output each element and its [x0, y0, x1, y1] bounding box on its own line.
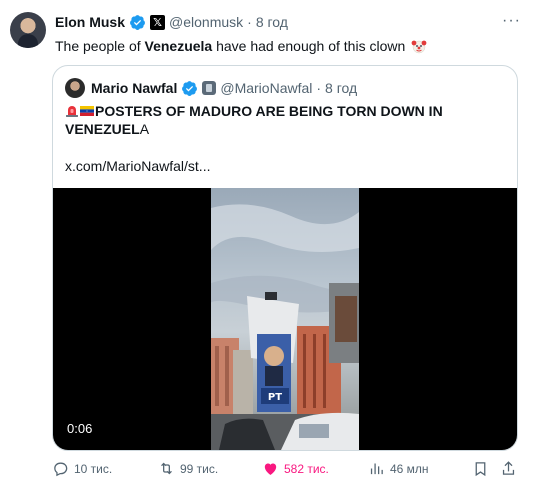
verified-badge-icon[interactable] — [129, 14, 146, 31]
author-name[interactable]: Elon Musk — [55, 14, 125, 30]
tweet-header: Elon Musk 𝕏 @elonmusk · 8 год — [55, 12, 288, 32]
video-timestamp: 0:06 — [67, 421, 93, 436]
like-button[interactable]: 582 тис. — [262, 460, 329, 477]
verified-badge-icon[interactable] — [181, 80, 198, 97]
retweet-button[interactable]: 99 тис. — [158, 460, 218, 477]
heart-filled-icon — [264, 463, 277, 475]
clown-emoji-icon — [411, 40, 427, 54]
reply-button[interactable]: 10 тис. — [52, 460, 112, 477]
venezuela-flag-icon — [80, 106, 94, 116]
views-count: 46 млн — [390, 461, 429, 476]
quote-link[interactable]: x.com/MarioNawfal/st... — [65, 158, 210, 174]
quote-headline: POSTERS OF MADURO ARE BEING TORN DOWN IN… — [65, 103, 443, 137]
bookmark-button[interactable] — [472, 460, 489, 477]
reply-icon — [54, 462, 68, 477]
author-avatar[interactable] — [10, 12, 46, 48]
video-player[interactable]: PT 0:06 — [53, 188, 517, 450]
affiliate-badge-icon[interactable] — [202, 81, 217, 95]
views-chart-icon — [370, 463, 383, 475]
tweet-text-part: The people of — [55, 38, 145, 54]
tweet-text-bold: Venezuela — [144, 38, 213, 54]
retweet-count: 99 тис. — [180, 461, 219, 476]
tweet-text-part: have had enough of this clown — [212, 38, 406, 54]
siren-emoji-icon — [66, 106, 78, 117]
tweet-time[interactable]: 8 год — [256, 14, 288, 30]
header-separator: · — [247, 14, 252, 30]
quote-author-avatar[interactable] — [65, 78, 85, 98]
video-frame: PT — [211, 188, 359, 450]
author-handle[interactable]: @elonmusk — [169, 14, 243, 30]
more-options-icon[interactable]: ··· — [502, 12, 521, 30]
retweet-icon — [161, 462, 172, 475]
quote-text: POSTERS OF MADURO ARE BEING TORN DOWN IN… — [65, 102, 485, 138]
quote-header: Mario Nawfal @MarioNawfal · 8 год — [91, 78, 357, 98]
quote-separator: · — [316, 80, 322, 96]
quote-author-name[interactable]: Mario Nawfal — [91, 80, 177, 96]
quoted-tweet-card[interactable]: Mario Nawfal @MarioNawfal · 8 год POSTER… — [52, 65, 518, 451]
bookmark-icon — [475, 462, 486, 477]
share-icon — [502, 461, 515, 475]
video-scene: PT — [211, 204, 359, 450]
like-count: 582 тис. — [284, 461, 329, 476]
action-bar: 10 тис. 99 тис. 582 тис. 46 млн — [52, 460, 522, 480]
poster-label: PT — [268, 392, 282, 403]
x-affiliate-icon[interactable]: 𝕏 — [150, 14, 166, 30]
reply-count: 10 тис. — [74, 461, 113, 476]
quote-author-handle[interactable]: @MarioNawfal — [220, 80, 312, 96]
share-button[interactable] — [500, 460, 517, 477]
tweet-text: The people of Venezuela have had enough … — [55, 36, 427, 56]
views-button[interactable]: 46 млн — [368, 460, 429, 477]
quote-headline-tail: A — [139, 121, 150, 137]
quote-time[interactable]: 8 год — [325, 80, 357, 96]
